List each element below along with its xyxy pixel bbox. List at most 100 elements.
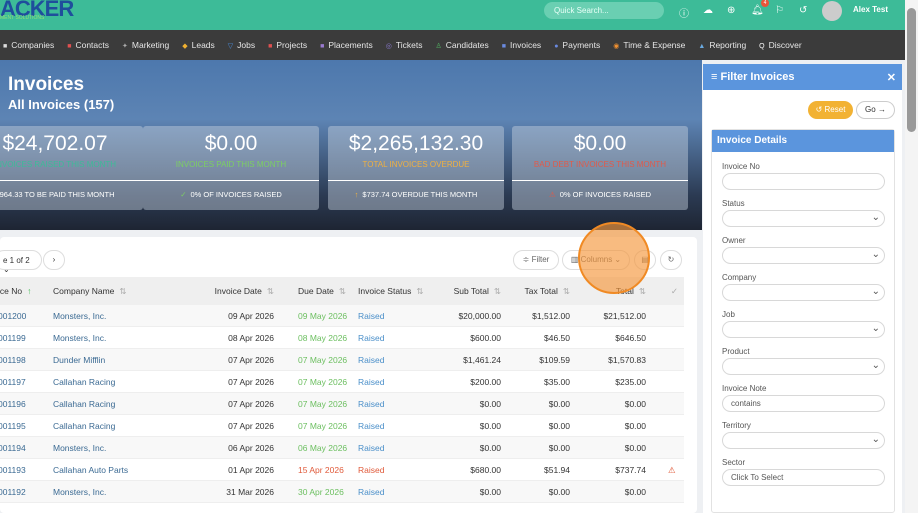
nav-item-time-expense[interactable]: ◉ Time & Expense xyxy=(613,40,685,50)
tax-total: $51.94 xyxy=(544,465,570,475)
stat-amount: $24,702.07 xyxy=(2,132,108,155)
job-select[interactable]: ⌄ xyxy=(722,321,885,338)
nav-item-invoices[interactable]: ■ Invoices xyxy=(502,40,541,50)
invoice-no-input[interactable] xyxy=(722,173,885,190)
invoice-no[interactable]: 001193 xyxy=(0,465,26,475)
stat-card[interactable]: $0.00 INVOICES PAID THIS MONTH ✓ 0% OF INVO… xyxy=(143,126,319,210)
nav-item-reporting[interactable]: ▲ Reporting xyxy=(698,40,746,50)
next-page-button[interactable]: › xyxy=(43,250,65,270)
company-name[interactable]: Callahan Auto Parts xyxy=(53,465,128,475)
table-row[interactable]: 001195 Callahan Racing 07 Apr 2026 07 May 2… xyxy=(0,415,684,437)
invoice-date: 08 Apr 2026 xyxy=(228,333,274,343)
stat-footer: ⚠ 0% OF INVOICES RAISED xyxy=(512,190,688,199)
company-name[interactable]: Callahan Racing xyxy=(53,399,115,409)
section-title: Invoice Details xyxy=(712,130,894,152)
page-select[interactable]: e 1 of 2 ⌄ xyxy=(0,250,42,274)
select-all-check[interactable]: ✓ xyxy=(671,286,678,297)
scrollbar-thumb[interactable] xyxy=(907,8,916,132)
invoice-date: 07 Apr 2026 xyxy=(228,421,274,431)
history-icon[interactable]: ↺ xyxy=(799,5,807,16)
column-header-invoice-date[interactable]: Invoice Date ⇅ xyxy=(215,286,274,297)
page-scrollbar[interactable] xyxy=(905,0,918,513)
invoice-no[interactable]: 001199 xyxy=(0,333,26,343)
invoice-no[interactable]: 001200 xyxy=(0,311,26,321)
sort-icon: ⇅ xyxy=(266,286,274,296)
footer-text: $964.33 TO BE PAID THIS MONTH xyxy=(0,190,115,199)
chat-icon[interactable]: ☁ xyxy=(703,5,713,16)
quick-search-input[interactable]: Quick Search... xyxy=(544,2,664,19)
sub-total: $0.00 xyxy=(479,421,501,431)
close-icon[interactable]: ✕ xyxy=(887,71,896,84)
column-header-ice-no[interactable]: ice No ↑ xyxy=(0,286,31,296)
go-button[interactable]: Go → xyxy=(856,101,895,119)
chevron-down-icon: ⌄ xyxy=(871,286,880,297)
invoice-status: Raised xyxy=(358,377,385,387)
warning-icon: ⚠ xyxy=(668,465,676,475)
refresh-button[interactable]: ↻ xyxy=(660,250,682,270)
product-select[interactable]: ⌄ xyxy=(722,358,885,375)
invoice-no[interactable]: 001196 xyxy=(0,399,26,409)
nav-item-payments[interactable]: ● Payments xyxy=(554,40,600,50)
user-menu[interactable]: Alex Test xyxy=(853,5,888,14)
company-name[interactable]: Monsters, Inc. xyxy=(53,311,106,321)
column-header-sub-total[interactable]: Sub Total ⇅ xyxy=(454,286,501,297)
nav-item-placements[interactable]: ■ Placements xyxy=(320,40,373,50)
filter-button[interactable]: ≑ Filter xyxy=(513,250,559,270)
footer-icon: ⚠ xyxy=(548,190,556,199)
nav-item-tickets[interactable]: ◎ Tickets xyxy=(386,40,423,50)
company-name[interactable]: Monsters, Inc. xyxy=(53,333,106,343)
column-header-company-name[interactable]: Company Name ⇅ xyxy=(53,286,127,297)
nav-item-candidates[interactable]: ♙ Candidates xyxy=(435,40,488,50)
help-icon[interactable]: ⓘ xyxy=(679,5,689,20)
nav-item-jobs[interactable]: ▽ Jobs xyxy=(228,40,255,50)
table-row[interactable]: 001199 Monsters, Inc. 08 Apr 2026 08 May 20… xyxy=(0,327,684,349)
flag-icon[interactable]: ⚐ xyxy=(775,5,784,16)
invoice-note-input[interactable]: contains xyxy=(722,395,885,412)
header-label: Company Name xyxy=(53,286,115,296)
nav-label: Invoices xyxy=(510,40,542,50)
territory-select[interactable]: ⌄ xyxy=(722,432,885,449)
invoice-no[interactable]: 001194 xyxy=(0,443,26,453)
avatar[interactable] xyxy=(822,1,842,21)
invoice-no[interactable]: 001195 xyxy=(0,421,26,431)
total: $0.00 xyxy=(624,421,646,431)
table-row[interactable]: 001197 Callahan Racing 07 Apr 2026 07 May 2… xyxy=(0,371,684,393)
nav-item-leads[interactable]: ◆ Leads xyxy=(182,40,215,50)
invoice-no[interactable]: 001197 xyxy=(0,377,26,387)
add-icon[interactable]: ⊕ xyxy=(727,5,735,16)
column-header-invoice-status[interactable]: Invoice Status ⇅ xyxy=(358,286,424,297)
company-name[interactable]: Callahan Racing xyxy=(53,421,115,431)
table-row[interactable]: 001196 Callahan Racing 07 Apr 2026 07 May 2… xyxy=(0,393,684,415)
column-header-tax-total[interactable]: Tax Total ⇅ xyxy=(524,286,570,297)
invoice-no[interactable]: 001198 xyxy=(0,355,26,365)
company-select[interactable]: ⌄ xyxy=(722,284,885,301)
owner-select[interactable]: ⌄ xyxy=(722,247,885,264)
stat-card[interactable]: $2,265,132.30 TOTAL INVOICES OVERDUE ↑ $737… xyxy=(328,126,504,210)
invoice-status: Raised xyxy=(358,311,385,321)
company-name[interactable]: Callahan Racing xyxy=(53,377,115,387)
sector-input[interactable]: Click To Select xyxy=(722,469,885,486)
nav-item-discover[interactable]: Q Discover xyxy=(759,40,802,50)
bell-icon[interactable]: 🔔︎ xyxy=(751,5,764,16)
nav-item-projects[interactable]: ■ Projects xyxy=(268,40,307,50)
table-row[interactable]: 001192 Monsters, Inc. 31 Mar 2026 30 Apr 20… xyxy=(0,481,684,503)
stat-card[interactable]: $0.00 BAD DEBT INVOICES THIS MONTH ⚠ 0% OF … xyxy=(512,126,688,210)
table-row[interactable]: 001200 Monsters, Inc. 09 Apr 2026 09 May 20… xyxy=(0,305,684,327)
nav-item-contacts[interactable]: ■ Contacts xyxy=(67,40,109,50)
company-name[interactable]: Dunder Mifflin xyxy=(53,355,105,365)
status-select[interactable]: ⌄ xyxy=(722,210,885,227)
column-header-due-date[interactable]: Due Date ⇅ xyxy=(298,286,346,297)
stat-label: BAD DEBT INVOICES THIS MONTH xyxy=(533,160,667,169)
table-row[interactable]: 001193 Callahan Auto Parts 01 Apr 2026 15 A… xyxy=(0,459,684,481)
nav-item-marketing[interactable]: ✦ Marketing xyxy=(122,40,169,50)
table-row[interactable]: 001198 Dunder Mifflin 07 Apr 2026 07 May 20… xyxy=(0,349,684,371)
company-name[interactable]: Monsters, Inc. xyxy=(53,443,106,453)
footer-text: $737.74 OVERDUE THIS MONTH xyxy=(362,190,478,199)
stat-card[interactable]: $24,702.07 INVOICES RAISED THIS MONTH $964… xyxy=(0,126,143,210)
reset-button[interactable]: ↺ Reset xyxy=(808,101,853,119)
invoice-no[interactable]: 001192 xyxy=(0,487,26,497)
nav-item-companies[interactable]: ■ Companies xyxy=(3,40,54,50)
table-row[interactable]: 001194 Monsters, Inc. 06 Apr 2026 06 May 20… xyxy=(0,437,684,459)
company-name[interactable]: Monsters, Inc. xyxy=(53,487,106,497)
nav-icon: ▲ xyxy=(698,43,706,50)
